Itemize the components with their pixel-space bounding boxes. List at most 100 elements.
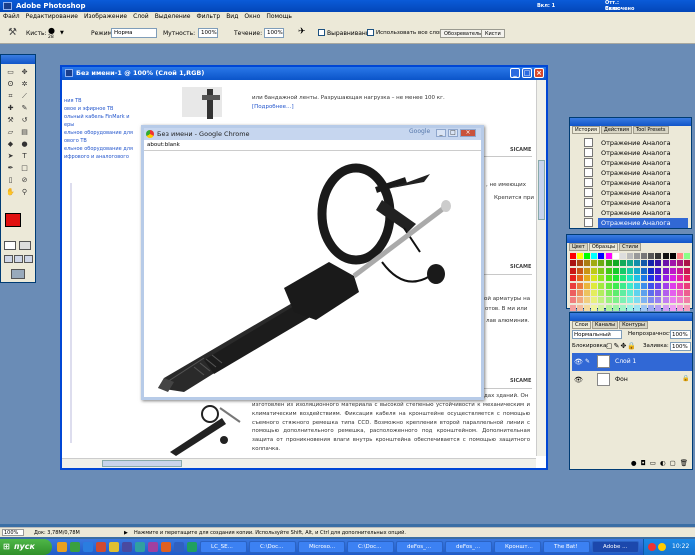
swatch[interactable] — [662, 260, 669, 267]
tab-color[interactable]: Цвет — [569, 243, 588, 251]
horizontal-scroll-thumb[interactable] — [102, 460, 182, 467]
healing-brush-tool-icon[interactable]: ✚ — [5, 103, 16, 113]
lock-icons[interactable]: ▢✎✥🔒 — [606, 342, 637, 350]
swatch[interactable] — [577, 275, 584, 282]
document-horizontal-scrollbar[interactable] — [62, 458, 536, 468]
history-item[interactable]: Отражение Аналога — [598, 208, 688, 218]
swatch[interactable] — [641, 253, 648, 259]
swatch[interactable] — [676, 275, 683, 282]
swatch[interactable] — [683, 289, 690, 296]
lasso-tool-icon[interactable]: ʘ — [5, 79, 16, 89]
tab-paths[interactable]: Контуры — [619, 321, 648, 329]
swatch[interactable] — [641, 282, 648, 289]
swatch[interactable] — [619, 275, 626, 282]
swatch[interactable] — [669, 267, 676, 274]
swatch[interactable] — [676, 304, 683, 311]
move-tool-icon[interactable]: ✥ — [19, 67, 30, 77]
swatch[interactable] — [683, 282, 690, 289]
left-link[interactable]: овое и эфирное ТВ — [64, 105, 154, 113]
swatch[interactable] — [619, 267, 626, 274]
swatch[interactable] — [648, 304, 655, 311]
swatch[interactable] — [598, 289, 605, 296]
swatch[interactable] — [662, 304, 669, 311]
swatch[interactable] — [577, 282, 584, 289]
swatch[interactable] — [570, 260, 576, 267]
history-item[interactable]: Отражение Аналога — [598, 168, 688, 178]
taskbar-button[interactable]: Microso... — [298, 541, 345, 553]
tab-history[interactable]: История — [572, 126, 600, 134]
swatch[interactable] — [676, 253, 683, 259]
tab-layers[interactable]: Слои — [572, 321, 591, 329]
quicklaunch-icon[interactable] — [96, 542, 106, 552]
dodge-tool-icon[interactable]: ● — [19, 139, 30, 149]
menu-edit[interactable]: Редактирование — [26, 13, 78, 22]
swatch[interactable] — [634, 282, 641, 289]
swatch[interactable] — [577, 267, 584, 274]
swatch[interactable] — [605, 289, 612, 296]
swatch[interactable] — [626, 297, 633, 304]
chrome-close-button[interactable]: × — [460, 129, 476, 137]
document-minimize-button[interactable]: _ — [510, 68, 520, 78]
swatch[interactable] — [619, 253, 626, 259]
swatch[interactable] — [577, 304, 584, 311]
swatch[interactable] — [570, 267, 576, 274]
swatch[interactable] — [570, 297, 576, 304]
swatch[interactable] — [612, 289, 619, 296]
swatch[interactable] — [598, 282, 605, 289]
crop-tool-icon[interactable]: ⌗ — [5, 91, 16, 101]
swatch[interactable] — [669, 297, 676, 304]
taskbar-button[interactable]: deFos_... — [445, 541, 492, 553]
eraser-tool-icon[interactable]: ▱ — [5, 127, 16, 137]
quicklaunch-icon[interactable] — [161, 542, 171, 552]
eye-icon[interactable]: 👁 — [574, 376, 583, 384]
flow-input[interactable]: 100% — [264, 28, 284, 38]
swatch[interactable] — [598, 260, 605, 267]
swatch[interactable] — [648, 267, 655, 274]
swatch[interactable] — [683, 275, 690, 282]
swatch[interactable] — [591, 275, 598, 282]
swatch[interactable] — [648, 253, 655, 259]
tab-actions[interactable]: Действия — [600, 126, 633, 134]
swatch-grid[interactable] — [570, 253, 690, 311]
swatch[interactable] — [662, 297, 669, 304]
foreground-color-swatch[interactable] — [5, 213, 21, 227]
swatch[interactable] — [619, 282, 626, 289]
swatch[interactable] — [612, 253, 619, 259]
history-item[interactable]: Отражение Аналога — [598, 188, 688, 198]
swatch[interactable] — [641, 297, 648, 304]
eye-icon[interactable]: 👁 — [574, 358, 583, 366]
brush-tool-icon[interactable]: ✎ — [19, 103, 30, 113]
swatch[interactable] — [669, 253, 676, 259]
brush-preview-icon[interactable]: ● — [48, 26, 55, 35]
swatch[interactable] — [655, 260, 662, 267]
swatch[interactable] — [605, 275, 612, 282]
aligned-checkbox[interactable] — [318, 29, 325, 36]
swatch[interactable] — [605, 253, 612, 259]
tab-swatches[interactable]: Образцы — [588, 243, 619, 251]
eyedropper-tool-icon[interactable]: ⊘ — [19, 175, 30, 185]
history-item[interactable]: Отражение Аналога — [598, 138, 688, 148]
swatch[interactable] — [655, 297, 662, 304]
taskbar-button[interactable]: Adobe ... — [592, 541, 639, 553]
chrome-maximize-button[interactable]: □ — [448, 129, 458, 137]
new-layer-icon[interactable]: ▢ — [670, 459, 676, 469]
swatch[interactable] — [584, 304, 591, 311]
swatch[interactable] — [641, 267, 648, 274]
swatch[interactable] — [634, 289, 641, 296]
swatch[interactable] — [591, 297, 598, 304]
standard-mode-icon[interactable] — [4, 241, 16, 250]
swatch[interactable] — [577, 253, 584, 259]
swatch[interactable] — [641, 304, 648, 311]
swatch[interactable] — [584, 282, 591, 289]
swatch[interactable] — [584, 289, 591, 296]
swatch[interactable] — [584, 275, 591, 282]
status-arrow-icon[interactable]: ▶ — [124, 530, 128, 536]
swatch[interactable] — [598, 253, 605, 259]
document-maximize-button[interactable]: □ — [522, 68, 532, 78]
type-tool-icon[interactable]: T — [19, 151, 30, 161]
quick-mask-icon[interactable] — [19, 241, 31, 250]
swatch[interactable] — [626, 275, 633, 282]
taskbar-button[interactable]: LC_SE... — [200, 541, 247, 553]
screen-mode-2-icon[interactable] — [14, 255, 23, 263]
swatch[interactable] — [612, 282, 619, 289]
